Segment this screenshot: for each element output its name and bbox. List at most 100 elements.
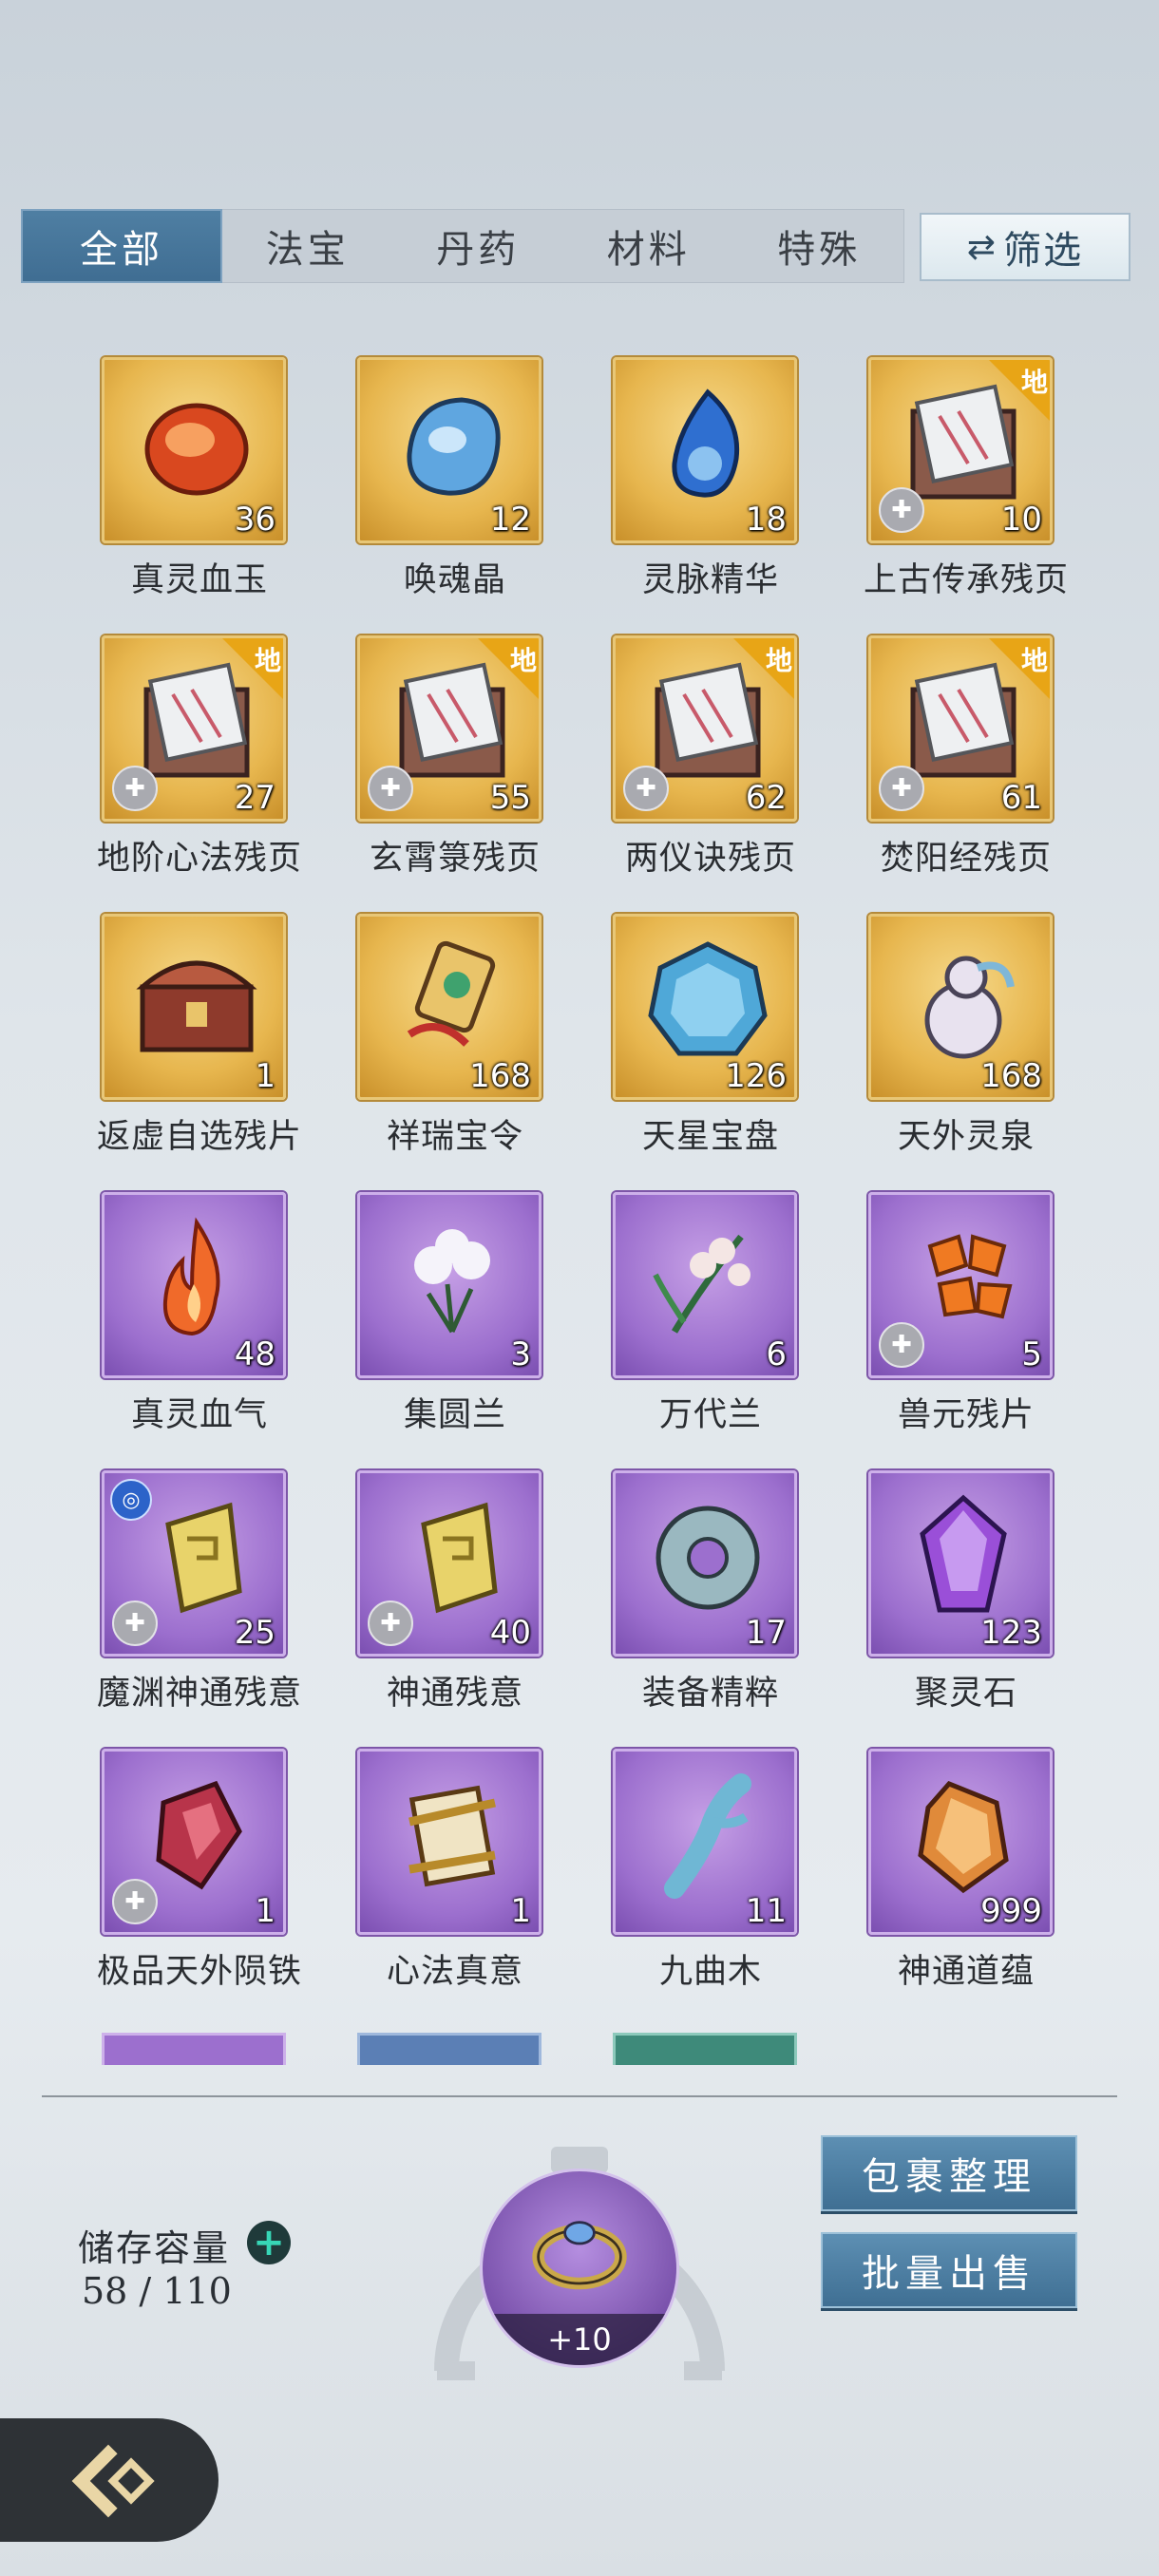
purple-crystal-icon <box>920 1494 1007 1613</box>
spirit-essence-icon <box>672 388 740 498</box>
item-count: 11 <box>745 1892 787 1930</box>
tab-artifacts[interactable]: 法宝 <box>222 209 393 283</box>
back-button[interactable] <box>0 2418 218 2542</box>
bulk-sell-button[interactable]: 批量出售 <box>821 2232 1077 2308</box>
item-tile[interactable]: ◎ ✚ 25 <box>102 1470 286 1657</box>
artifact-icon <box>408 1785 496 1887</box>
grade-badge: 地 <box>478 638 539 699</box>
item-count: 123 <box>980 1614 1042 1652</box>
grade-label: 地 <box>509 645 537 676</box>
white-flower-icon <box>414 1229 490 1334</box>
filter-button[interactable]: ⇄ 筛选 <box>920 213 1130 281</box>
soul-crystal-icon <box>407 397 501 496</box>
item-count: 62 <box>745 779 787 817</box>
item-tile[interactable]: 1 <box>357 1749 542 1935</box>
grade-label: 地 <box>1020 367 1048 398</box>
fragment-puzzle-icon: ✚ <box>368 766 413 811</box>
fragment-puzzle-icon: ✚ <box>112 766 158 811</box>
item-name: 神通残意 <box>386 1675 523 1713</box>
sect-badge-icon: ◎ <box>110 1479 152 1521</box>
item-name: 返虚自选残片 <box>96 1118 302 1156</box>
item-tile[interactable]: 168 <box>357 914 542 1100</box>
item-count: 40 <box>489 1614 531 1652</box>
item-name: 焚阳经残页 <box>880 840 1052 878</box>
item-name: 装备精粹 <box>641 1675 779 1713</box>
organize-bag-button[interactable]: 包裹整理 <box>821 2135 1077 2211</box>
item-name: 灵脉精华 <box>641 561 779 599</box>
jade-ring-icon <box>656 1506 760 1610</box>
item-tile[interactable]: 11 <box>613 1749 797 1935</box>
wood-branch-icon <box>664 1773 751 1899</box>
expand-storage-button[interactable]: + <box>247 2221 291 2264</box>
tab-pills[interactable]: 丹药 <box>393 209 564 283</box>
item-tile[interactable]: 48 <box>102 1192 286 1378</box>
item-name: 唤魂晶 <box>403 561 506 599</box>
filter-label: 筛选 <box>1003 229 1084 273</box>
item-name: 万代兰 <box>658 1396 762 1434</box>
partial-item-tile[interactable] <box>102 2033 286 2065</box>
tab-all[interactable]: 全部 <box>21 209 222 283</box>
item-count: 168 <box>469 1057 531 1095</box>
item-tile[interactable]: 123 <box>868 1470 1053 1657</box>
item-name: 集圆兰 <box>403 1396 506 1434</box>
blood-jade-icon <box>144 403 249 496</box>
item-name: 祥瑞宝令 <box>386 1118 523 1156</box>
flame-icon <box>162 1217 220 1336</box>
item-tile[interactable]: 3 <box>357 1192 542 1378</box>
item-tile[interactable]: 126 <box>613 914 797 1100</box>
item-tile[interactable]: 999 <box>868 1749 1053 1935</box>
fragment-puzzle-icon: ✚ <box>879 766 924 811</box>
partial-item-tile[interactable] <box>357 2033 542 2065</box>
fragment-puzzle-icon: ✚ <box>879 1322 924 1368</box>
item-tile[interactable]: ✚ 40 <box>357 1470 542 1657</box>
back-arrow-icon <box>71 2444 155 2518</box>
item-tile[interactable]: ✚ 5 <box>868 1192 1053 1378</box>
item-tile[interactable]: 地 ✚ 27 <box>102 635 286 822</box>
item-tile[interactable]: 1 <box>102 914 286 1100</box>
tab-materials[interactable]: 材料 <box>563 209 734 283</box>
item-tile[interactable]: 17 <box>613 1470 797 1657</box>
storage-label: 储存容量 <box>78 2227 231 2269</box>
fragment-puzzle-icon: ✚ <box>368 1601 413 1646</box>
fragment-puzzle-icon: ✚ <box>623 766 669 811</box>
item-name: 心法真意 <box>386 1953 523 1991</box>
item-count: 3 <box>510 1335 531 1373</box>
divider <box>42 2095 1117 2097</box>
fragment-puzzle-icon: ✚ <box>879 487 924 533</box>
star-disk-icon <box>648 941 768 1056</box>
partial-item-tile[interactable] <box>613 2033 797 2065</box>
item-tile[interactable]: 168 <box>868 914 1053 1100</box>
item-name: 天星宝盘 <box>641 1118 779 1156</box>
item-count: 55 <box>489 779 531 817</box>
item-name: 九曲木 <box>658 1953 762 1991</box>
grade-badge: 地 <box>733 638 794 699</box>
item-count: 126 <box>725 1057 787 1095</box>
item-name: 上古传承残页 <box>863 561 1069 599</box>
item-tile[interactable]: 36 <box>102 357 286 543</box>
item-count: 1 <box>255 1892 276 1930</box>
storage-value: 58 / 110 <box>82 2270 232 2312</box>
item-tile[interactable]: 地 ✚ 61 <box>868 635 1053 822</box>
item-count: 168 <box>980 1057 1042 1095</box>
item-name: 魔渊神通残意 <box>96 1675 302 1713</box>
tab-special[interactable]: 特殊 <box>734 209 905 283</box>
item-tile[interactable]: 地 ✚ 55 <box>357 635 542 822</box>
item-tile[interactable]: 18 <box>613 357 797 543</box>
item-tile[interactable]: 6 <box>613 1192 797 1378</box>
item-tile[interactable]: ✚ 1 <box>102 1749 286 1935</box>
item-name: 聚灵石 <box>914 1675 1017 1713</box>
item-count: 36 <box>234 501 276 539</box>
item-tile[interactable]: 12 <box>357 357 542 543</box>
item-count: 25 <box>234 1614 276 1652</box>
spirit-gourd-icon <box>924 956 1015 1059</box>
ring-icon <box>532 2221 627 2290</box>
item-tile[interactable]: 地 ✚ 10 <box>868 357 1053 543</box>
grade-badge: 地 <box>989 638 1050 699</box>
item-tile[interactable]: 地 ✚ 62 <box>613 635 797 822</box>
item-count: 10 <box>1000 501 1042 539</box>
swap-arrows-icon: ⇄ <box>966 227 998 267</box>
equipped-ring-slot[interactable]: +10 <box>483 2171 676 2365</box>
item-count: 1 <box>255 1057 276 1095</box>
grade-label: 地 <box>1020 645 1048 676</box>
category-tabs: 全部 法宝 丹药 材料 特殊 <box>21 209 904 283</box>
